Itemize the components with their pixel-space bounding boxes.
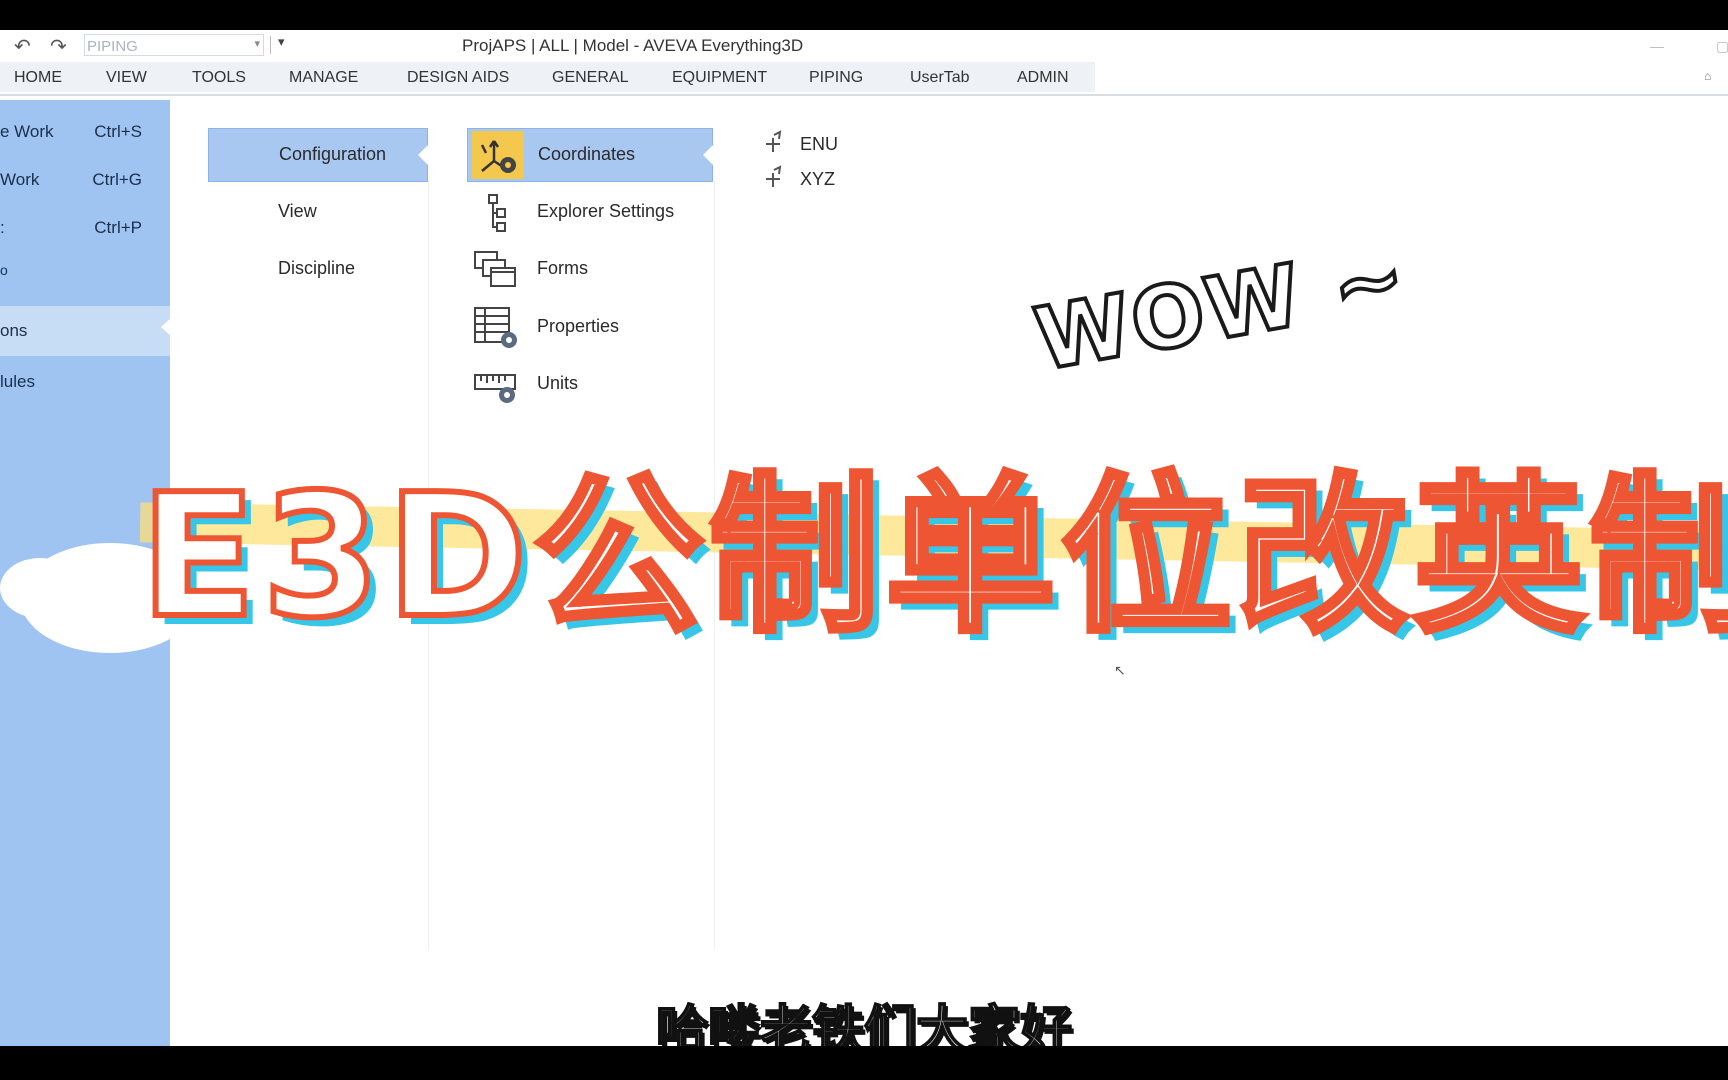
- tab-view[interactable]: VIEW: [106, 69, 147, 87]
- e3d-window: ↶ ↷ PIPING ▾ ▾ ProjAPS | ALL | Model - A…: [0, 30, 1728, 1046]
- axes-icon: [766, 130, 782, 152]
- tab-piping[interactable]: PIPING: [809, 69, 863, 87]
- coordinates-icon: [472, 131, 524, 179]
- backstage-item-save-work[interactable]: e Work Ctrl+S: [0, 112, 170, 152]
- category-label: Discipline: [278, 258, 356, 278]
- backstage-item-label: Work: [0, 170, 40, 189]
- toolbar-separator: [270, 36, 271, 54]
- video-letterbox-top: [0, 0, 1728, 30]
- tab-general[interactable]: GENERAL: [552, 69, 628, 87]
- tree-hierarchy-icon: [488, 194, 506, 232]
- backstage-item-label: o: [0, 262, 8, 278]
- mouse-cursor-icon: ↖: [1114, 662, 1126, 678]
- coord-system-enu[interactable]: ENU: [760, 130, 860, 160]
- option-forms[interactable]: Forms: [467, 243, 713, 297]
- customize-toolbar-icon[interactable]: ▾: [278, 34, 285, 50]
- category-configuration[interactable]: Configuration: [208, 128, 428, 182]
- video-letterbox-bottom: [0, 1046, 1728, 1080]
- option-label: Forms: [537, 258, 588, 278]
- option-label: Coordinates: [538, 144, 636, 164]
- wow-sticker-text: WOW ~: [1026, 225, 1416, 393]
- coord-system-label: ENU: [800, 134, 839, 154]
- category-discipline[interactable]: Discipline: [208, 243, 428, 297]
- video-subtitle: 哈喽老铁们大家好: [655, 1000, 1073, 1046]
- backstage-item-info[interactable]: o: [0, 252, 170, 292]
- category-label: View: [278, 201, 317, 221]
- shortcut-label: Ctrl+P: [94, 218, 142, 237]
- option-units[interactable]: Units: [467, 358, 713, 412]
- module-select[interactable]: PIPING ▾: [84, 34, 264, 56]
- properties-table-icon: [474, 307, 517, 348]
- video-headline: E3D公制单位改英制: [137, 458, 1728, 656]
- redo-icon[interactable]: ↷: [50, 34, 67, 59]
- shortcut-label: Ctrl+G: [92, 170, 142, 189]
- forms-icon: [474, 251, 516, 287]
- chevron-down-icon: ▾: [254, 38, 260, 50]
- backstage-item-label: lules: [0, 372, 35, 391]
- backstage-item-options[interactable]: ons: [0, 306, 171, 356]
- category-view[interactable]: View: [208, 186, 428, 240]
- option-explorer-settings[interactable]: Explorer Settings: [467, 186, 713, 240]
- tab-tools[interactable]: TOOLS: [192, 69, 246, 87]
- tab-admin[interactable]: ADMIN: [1017, 69, 1069, 87]
- minimize-icon[interactable]: —: [1650, 38, 1664, 54]
- ribbon-divider: [0, 94, 1728, 96]
- option-label: Units: [537, 373, 579, 393]
- tab-equipment[interactable]: EQUIPMENT: [672, 69, 767, 87]
- maximize-icon[interactable]: ▢: [1716, 38, 1728, 55]
- backstage-item-label: ons: [0, 321, 28, 340]
- ruler-gear-icon: [474, 374, 516, 403]
- undo-icon[interactable]: ↶: [14, 34, 31, 59]
- axes-icon: [766, 165, 782, 187]
- backstage-item-modules[interactable]: lules: [0, 362, 170, 402]
- ribbon-tabs: HOME VIEW TOOLS MANAGE DESIGN AIDS GENER…: [0, 62, 1728, 94]
- help-icon[interactable]: ⌂: [1704, 69, 1711, 83]
- tab-design-aids[interactable]: DESIGN AIDS: [407, 69, 509, 87]
- backstage-item-print[interactable]: : Ctrl+P: [0, 208, 170, 248]
- category-label: Configuration: [279, 144, 387, 164]
- backstage-item-label: :: [0, 218, 5, 237]
- option-properties[interactable]: Properties: [467, 301, 713, 355]
- backstage-item-get-work[interactable]: Work Ctrl+G: [0, 160, 170, 200]
- option-coordinates[interactable]: Coordinates: [467, 128, 713, 182]
- tab-home[interactable]: HOME: [14, 69, 62, 87]
- coord-system-label: XYZ: [800, 169, 836, 189]
- shortcut-label: Ctrl+S: [94, 122, 142, 141]
- coord-system-xyz[interactable]: XYZ: [760, 165, 860, 195]
- option-label: Properties: [537, 316, 620, 336]
- module-select-value: PIPING: [87, 38, 138, 55]
- tab-manage[interactable]: MANAGE: [289, 69, 358, 87]
- backstage-item-label: e Work: [0, 122, 54, 141]
- title-bar: ↶ ↷ PIPING ▾ ▾ ProjAPS | ALL | Model - A…: [0, 30, 1728, 62]
- option-label: Explorer Settings: [537, 201, 675, 221]
- tab-usertab[interactable]: UserTab: [910, 69, 970, 87]
- window-title: ProjAPS | ALL | Model - AVEVA Everything…: [462, 36, 804, 55]
